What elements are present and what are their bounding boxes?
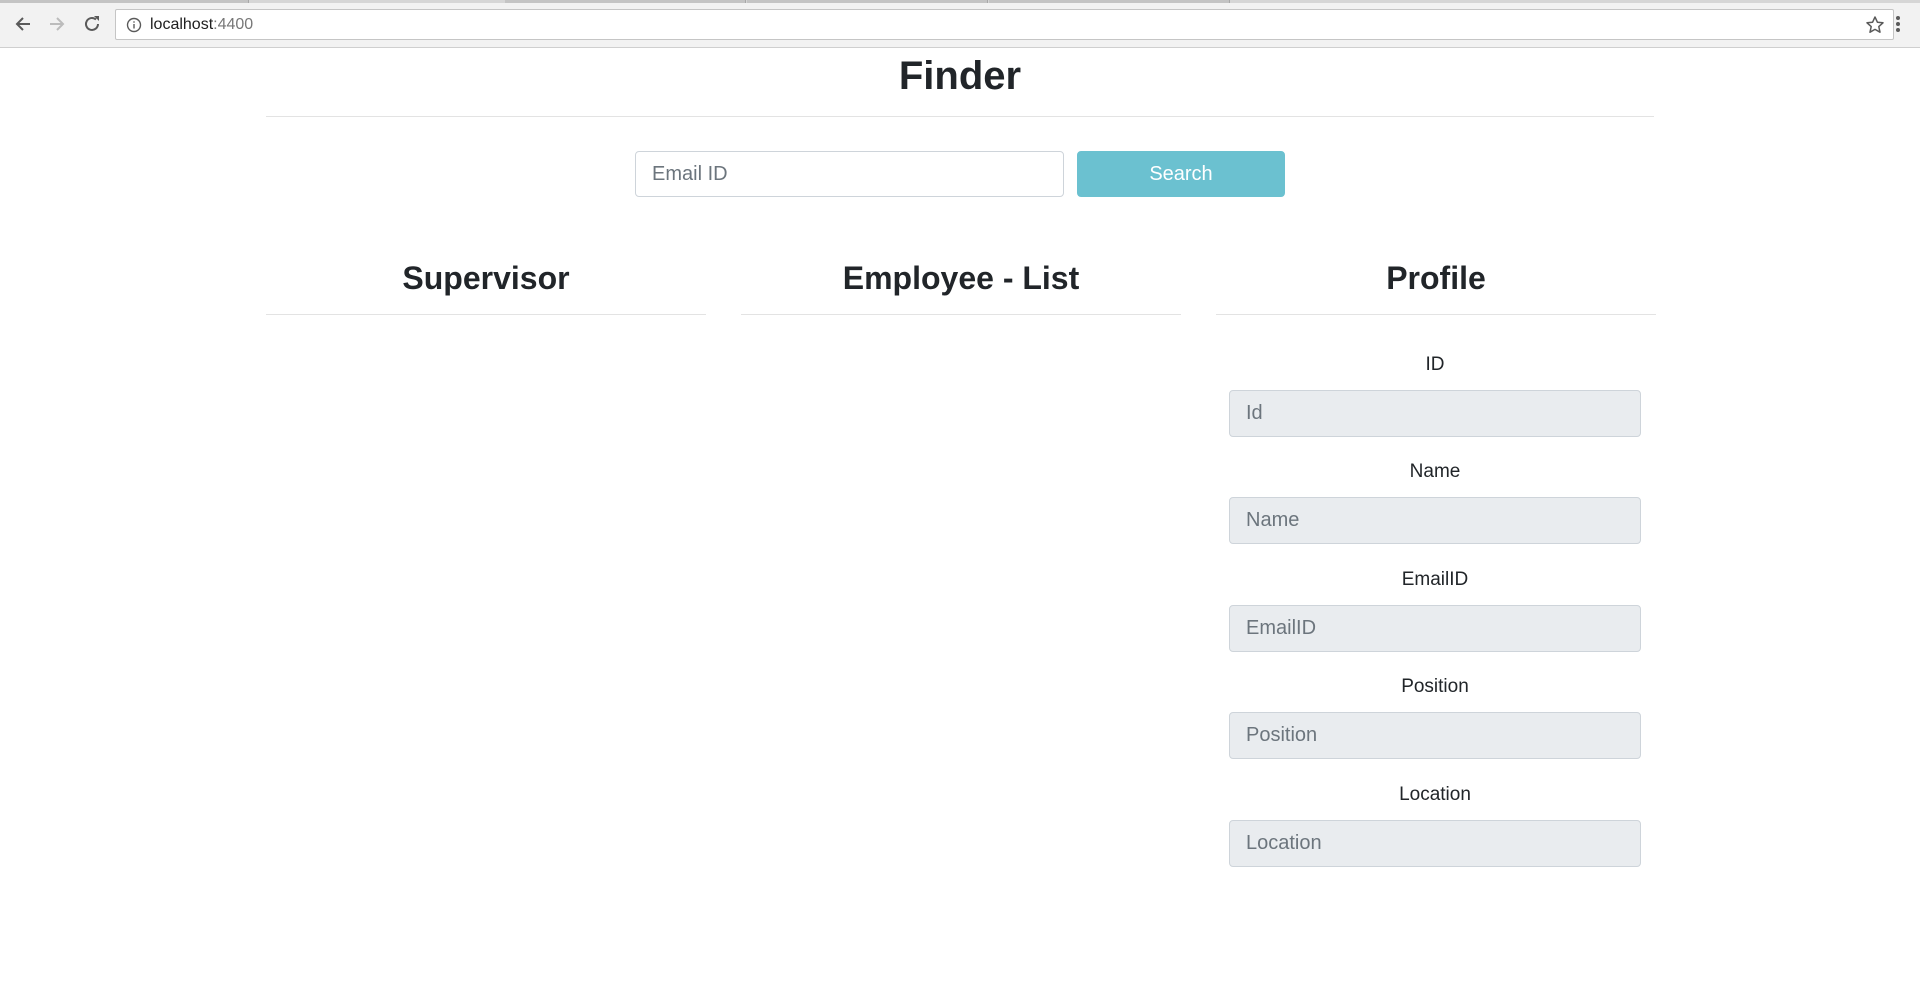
profile-divider (1216, 314, 1656, 315)
position-label: Position (1401, 676, 1469, 697)
page-content: Finder Search Supervisor Employee - List… (0, 49, 1920, 994)
info-icon[interactable] (126, 17, 142, 33)
browser-menu-button[interactable] (1888, 12, 1908, 36)
search-button[interactable]: Search (1077, 151, 1285, 197)
profile-heading: Profile (1386, 260, 1486, 296)
browser-tab[interactable] (505, 0, 746, 3)
title-divider (266, 116, 1654, 117)
name-label: Name (1409, 461, 1461, 482)
url-port: :4400 (213, 15, 254, 33)
supervisor-column: Supervisor (266, 258, 706, 315)
location-field[interactable] (1229, 820, 1641, 867)
supervisor-heading: Supervisor (402, 260, 570, 296)
url-host: localhost (150, 15, 214, 33)
address-bar[interactable]: localhost:4400 (115, 9, 1894, 40)
kebab-menu-icon (1896, 16, 1900, 32)
tab-strip (0, 0, 1920, 3)
star-icon[interactable] (1865, 15, 1885, 35)
email-search-input[interactable] (635, 151, 1064, 197)
browser-tab[interactable] (747, 0, 988, 3)
id-field[interactable] (1229, 390, 1641, 437)
location-label: Location (1399, 784, 1471, 805)
browser-tab[interactable] (989, 0, 1230, 3)
forward-arrow-icon (50, 17, 65, 31)
emailid-label: EmailID (1401, 569, 1469, 590)
browser-tab[interactable] (0, 0, 249, 3)
emailid-field[interactable] (1229, 605, 1641, 652)
employee-list-column: Employee - List (741, 258, 1181, 315)
name-field[interactable] (1229, 497, 1641, 544)
employee-list-divider (741, 314, 1181, 315)
back-button[interactable] (11, 12, 35, 36)
profile-column: Profile (1216, 258, 1656, 315)
reload-icon (85, 16, 99, 31)
employee-list-heading: Employee - List (842, 260, 1080, 296)
page-title: Finder (898, 54, 1022, 98)
forward-button[interactable] (45, 12, 69, 36)
back-arrow-icon (15, 17, 30, 31)
reload-button[interactable] (80, 12, 104, 36)
supervisor-divider (266, 314, 706, 315)
browser-toolbar: localhost:4400 (0, 0, 1920, 48)
id-label: ID (1425, 354, 1445, 375)
position-field[interactable] (1229, 712, 1641, 759)
